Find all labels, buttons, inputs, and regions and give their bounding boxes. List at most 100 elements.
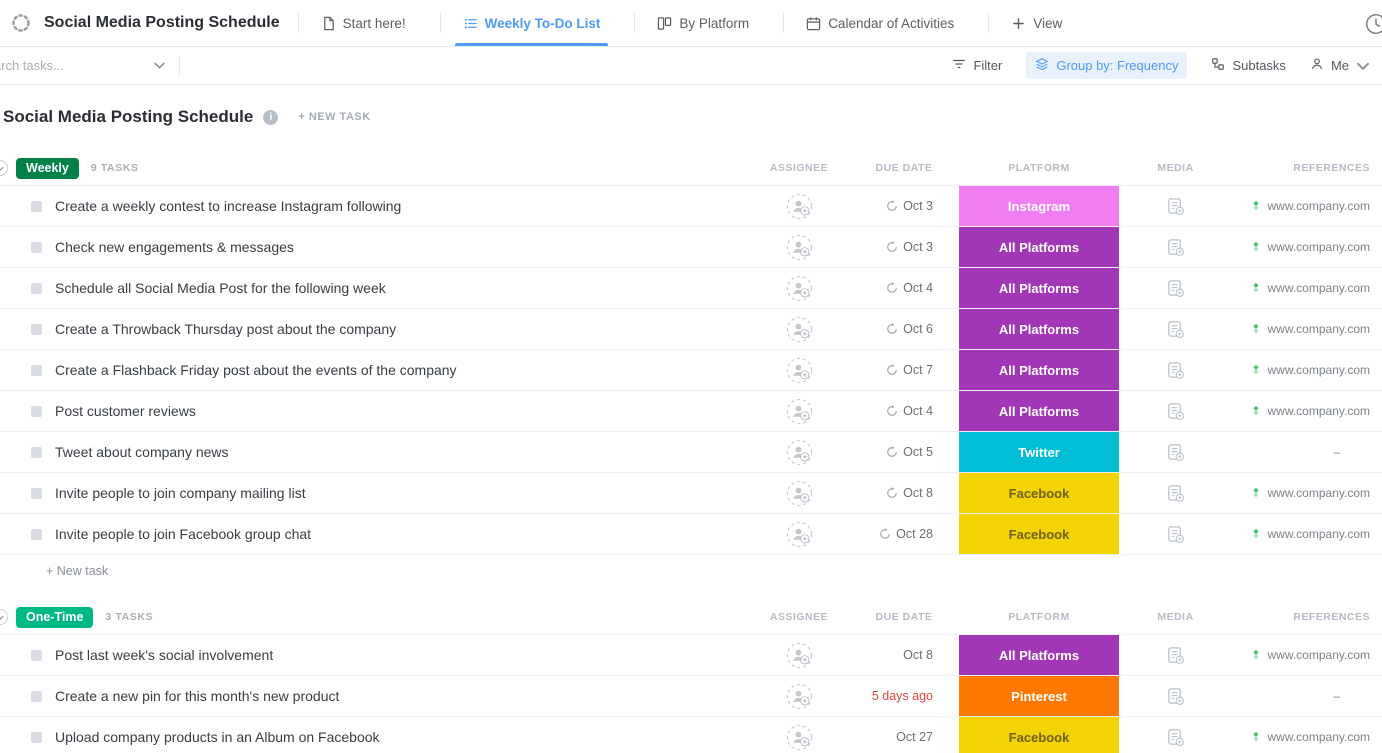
reference-link[interactable]: www.company.com (1268, 404, 1370, 418)
due-date[interactable]: Oct 4 (903, 281, 933, 295)
assignee-add-icon[interactable] (786, 683, 813, 710)
workspace-logo-icon[interactable] (10, 12, 32, 34)
assignee-add-icon[interactable] (786, 357, 813, 384)
due-date[interactable]: Oct 4 (903, 404, 933, 418)
task-name[interactable]: Post customer reviews (55, 403, 196, 419)
filter-button[interactable]: Filter (952, 57, 1002, 74)
platform-badge[interactable]: Twitter (959, 432, 1119, 472)
platform-badge[interactable]: Instagram (959, 186, 1119, 226)
platform-badge[interactable]: Facebook (959, 717, 1119, 753)
collapse-toggle-icon[interactable] (0, 160, 8, 176)
add-task-button[interactable]: + New task (0, 555, 1382, 586)
platform-badge[interactable]: All Platforms (959, 350, 1119, 390)
me-button[interactable]: Me (1310, 57, 1370, 74)
assignee-add-icon[interactable] (786, 439, 813, 466)
reference-link[interactable]: www.company.com (1268, 730, 1370, 744)
task-row[interactable]: Post last week's social involvement Oct … (0, 635, 1382, 676)
media-icon[interactable] (1166, 443, 1185, 462)
due-date[interactable]: Oct 3 (903, 199, 933, 213)
task-checkbox[interactable] (31, 691, 42, 702)
search-chevron-down-icon[interactable] (154, 62, 165, 69)
reference-link[interactable]: www.company.com (1268, 527, 1370, 541)
task-checkbox[interactable] (31, 365, 42, 376)
task-row[interactable]: Tweet about company news Oct 5 Twitter (0, 432, 1382, 473)
reference-link[interactable]: – (1333, 445, 1340, 459)
clock-icon[interactable] (1364, 12, 1382, 41)
reference-link[interactable]: – (1333, 689, 1340, 703)
task-checkbox[interactable] (31, 242, 42, 253)
tab-by-platform[interactable]: By Platform (641, 0, 765, 46)
media-icon[interactable] (1166, 320, 1185, 339)
reference-link[interactable]: www.company.com (1268, 322, 1370, 336)
task-row[interactable]: Create a Flashback Friday post about the… (0, 350, 1382, 391)
media-icon[interactable] (1166, 402, 1185, 421)
reference-link[interactable]: www.company.com (1268, 486, 1370, 500)
reference-link[interactable]: www.company.com (1268, 240, 1370, 254)
search-input[interactable] (0, 58, 128, 73)
due-date[interactable]: Oct 28 (896, 527, 933, 541)
task-row[interactable]: Create a weekly contest to increase Inst… (0, 186, 1382, 227)
task-name[interactable]: Check new engagements & messages (55, 239, 294, 255)
task-row[interactable]: Check new engagements & messages Oct 3 A… (0, 227, 1382, 268)
platform-badge[interactable]: All Platforms (959, 268, 1119, 308)
assignee-add-icon[interactable] (786, 398, 813, 425)
task-row[interactable]: Create a new pin for this month's new pr… (0, 676, 1382, 717)
due-date[interactable]: Oct 7 (903, 363, 933, 377)
tab-start-here[interactable]: Start here! (305, 0, 422, 46)
platform-badge[interactable]: All Platforms (959, 635, 1119, 675)
assignee-add-icon[interactable] (786, 480, 813, 507)
media-icon[interactable] (1166, 687, 1185, 706)
tab-weekly-to-do-list[interactable]: Weekly To-Do List (447, 0, 617, 46)
task-name[interactable]: Create a Flashback Friday post about the… (55, 362, 457, 378)
task-checkbox[interactable] (31, 732, 42, 743)
due-date[interactable]: Oct 3 (903, 240, 933, 254)
due-date[interactable]: Oct 8 (903, 486, 933, 500)
task-row[interactable]: Upload company products in an Album on F… (0, 717, 1382, 753)
due-date[interactable]: Oct 8 (903, 648, 933, 662)
task-row[interactable]: Invite people to join company mailing li… (0, 473, 1382, 514)
collapse-toggle-icon[interactable] (0, 609, 8, 625)
media-icon[interactable] (1166, 361, 1185, 380)
assignee-add-icon[interactable] (786, 234, 813, 261)
assignee-add-icon[interactable] (786, 193, 813, 220)
media-icon[interactable] (1166, 484, 1185, 503)
platform-badge[interactable]: Facebook (959, 473, 1119, 513)
task-name[interactable]: Invite people to join company mailing li… (55, 485, 306, 501)
assignee-add-icon[interactable] (786, 275, 813, 302)
tab-view[interactable]: View (995, 0, 1078, 46)
group-badge[interactable]: Weekly (16, 158, 79, 179)
task-name[interactable]: Schedule all Social Media Post for the f… (55, 280, 386, 296)
due-date[interactable]: Oct 27 (896, 730, 933, 744)
task-row[interactable]: Invite people to join Facebook group cha… (0, 514, 1382, 555)
media-icon[interactable] (1166, 197, 1185, 216)
task-name[interactable]: Create a weekly contest to increase Inst… (55, 198, 401, 214)
info-icon[interactable] (263, 110, 278, 125)
due-date[interactable]: 5 days ago (872, 689, 933, 703)
due-date[interactable]: Oct 6 (903, 322, 933, 336)
assignee-add-icon[interactable] (786, 316, 813, 343)
assignee-add-icon[interactable] (786, 724, 813, 751)
reference-link[interactable]: www.company.com (1268, 363, 1370, 377)
task-checkbox[interactable] (31, 529, 42, 540)
task-checkbox[interactable] (31, 283, 42, 294)
task-name[interactable]: Post last week's social involvement (55, 647, 273, 663)
task-checkbox[interactable] (31, 488, 42, 499)
media-icon[interactable] (1166, 525, 1185, 544)
task-checkbox[interactable] (31, 406, 42, 417)
platform-badge[interactable]: Pinterest (959, 676, 1119, 716)
media-icon[interactable] (1166, 238, 1185, 257)
task-checkbox[interactable] (31, 447, 42, 458)
task-name[interactable]: Create a Throwback Thursday post about t… (55, 321, 396, 337)
task-row[interactable]: Post customer reviews Oct 4 All Platform… (0, 391, 1382, 432)
media-icon[interactable] (1166, 646, 1185, 665)
platform-badge[interactable]: All Platforms (959, 391, 1119, 431)
subtasks-button[interactable]: Subtasks (1211, 57, 1285, 74)
reference-link[interactable]: www.company.com (1268, 199, 1370, 213)
platform-badge[interactable]: All Platforms (959, 309, 1119, 349)
task-row[interactable]: Schedule all Social Media Post for the f… (0, 268, 1382, 309)
group-badge[interactable]: One-Time (16, 607, 93, 628)
task-row[interactable]: Create a Throwback Thursday post about t… (0, 309, 1382, 350)
platform-badge[interactable]: All Platforms (959, 227, 1119, 267)
task-checkbox[interactable] (31, 650, 42, 661)
task-name[interactable]: Tweet about company news (55, 444, 229, 460)
